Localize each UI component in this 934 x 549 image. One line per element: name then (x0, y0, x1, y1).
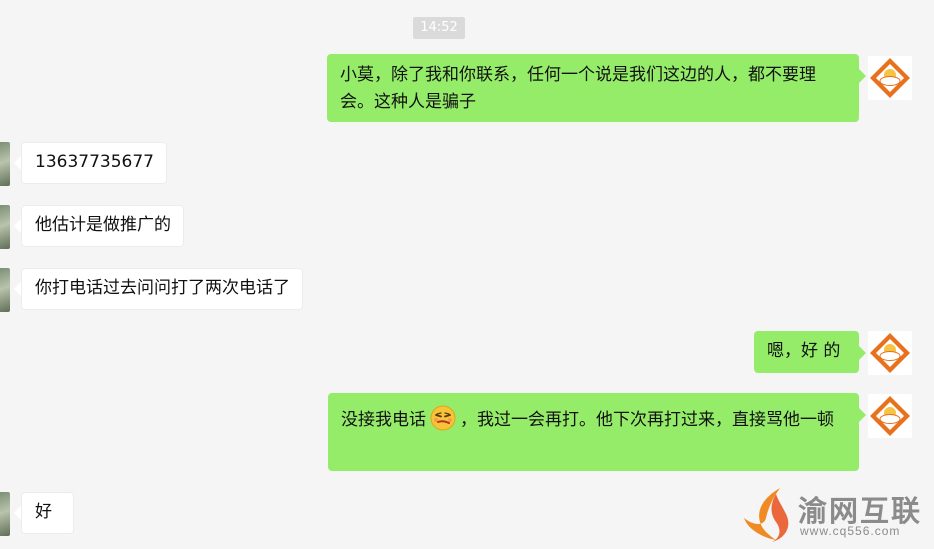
message-text: 你打电话过去问问打了两次电话了 (35, 278, 290, 298)
outgoing-message[interactable]: 嗯，好 的 (754, 331, 866, 373)
contact-avatar[interactable] (0, 268, 10, 312)
sun-cloud-diamond-icon (870, 396, 910, 436)
self-avatar[interactable] (868, 331, 912, 375)
contact-avatar[interactable] (0, 142, 10, 186)
message-text: 好 (35, 502, 52, 522)
incoming-message[interactable]: 好 (14, 492, 74, 534)
outgoing-message[interactable]: 没接我电话 ，我过一会再打。他下次再打过来，直接骂他一顿 (328, 393, 866, 471)
message-text: 他估计是做推广的 (35, 215, 171, 235)
self-avatar[interactable] (868, 394, 912, 438)
contact-avatar[interactable] (0, 492, 10, 536)
incoming-message[interactable]: 13637735677 (14, 142, 167, 184)
site-watermark: 渝网互联 www.cq556.com (736, 486, 932, 546)
message-text-after-emoji: ，我过一会再打。他下次再打过来，直接骂他一顿 (460, 410, 834, 430)
incoming-message[interactable]: 他估计是做推广的 (14, 205, 184, 247)
sun-cloud-diamond-icon (870, 333, 910, 373)
watermark-url: www.cq556.com (800, 524, 901, 538)
incoming-message[interactable]: 你打电话过去问问打了两次电话了 (14, 268, 303, 310)
message-text: 嗯，好 的 (767, 341, 841, 361)
sun-cloud-diamond-icon (870, 58, 910, 98)
smirk-face-emoji (430, 405, 456, 431)
self-avatar[interactable] (868, 56, 912, 100)
contact-avatar[interactable] (0, 205, 10, 249)
message-text: 小莫，除了我和你联系，任何一个说是我们这边的人，都不要理会。这种人是骗子 (340, 65, 816, 112)
message-text: 13637735677 (35, 152, 154, 172)
timestamp-badge: 14:52 (413, 17, 465, 39)
message-text-before-emoji: 没接我电话 (341, 410, 426, 430)
outgoing-message[interactable]: 小莫，除了我和你联系，任何一个说是我们这边的人，都不要理会。这种人是骗子 (327, 54, 866, 122)
flame-swoosh-icon (744, 488, 789, 542)
